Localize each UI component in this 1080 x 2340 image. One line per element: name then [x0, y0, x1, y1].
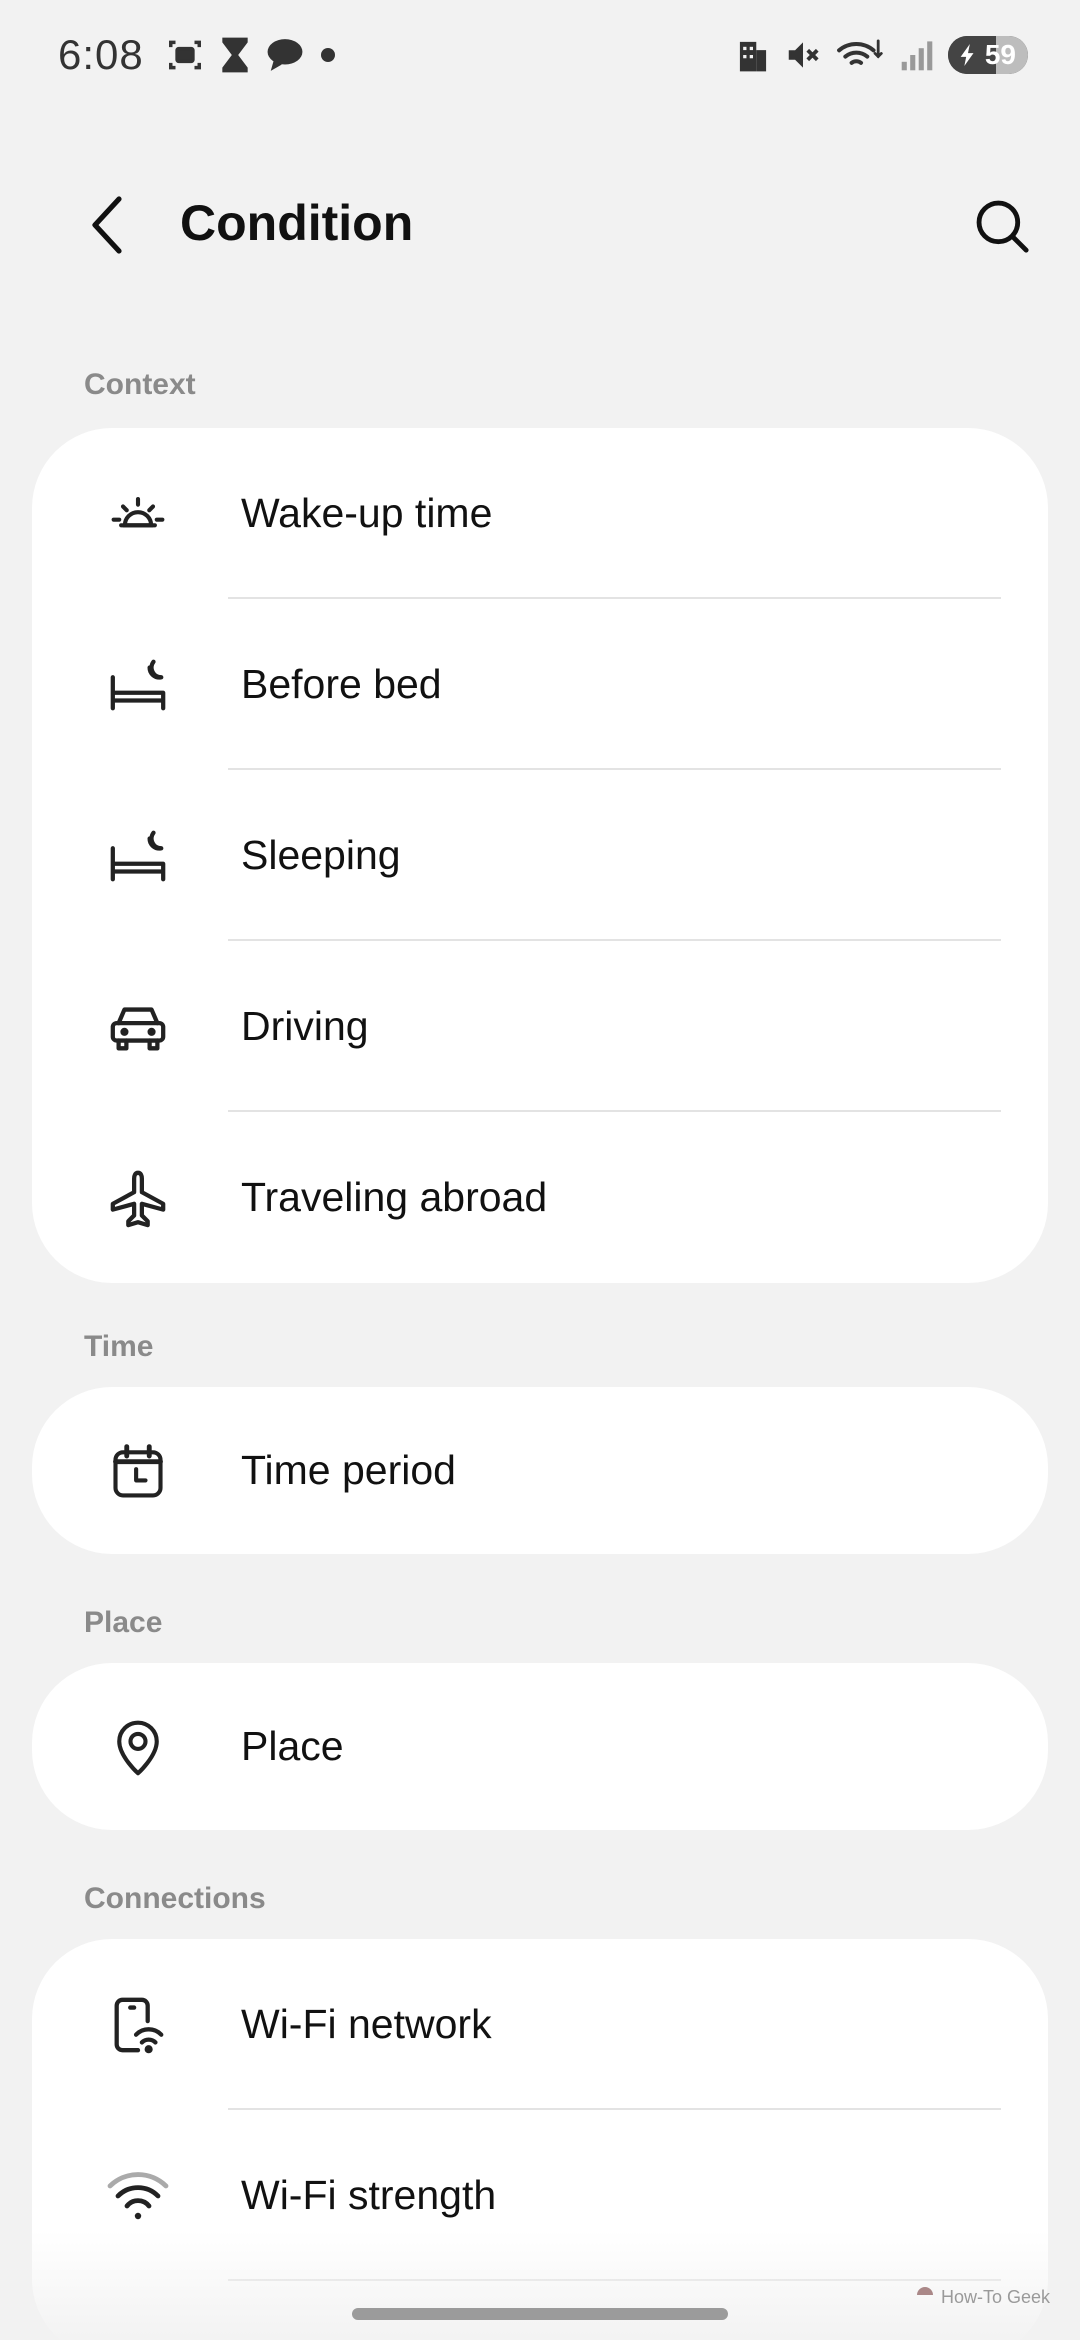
list-item-label: Wake-up time	[241, 490, 493, 536]
back-arrow-icon	[92, 196, 122, 254]
list-item-label: Time period	[241, 1447, 456, 1493]
page-title: Condition	[180, 195, 414, 251]
list-item-driving[interactable]: Driving	[32, 941, 1048, 1112]
bed-moon-icon	[104, 651, 172, 719]
list-item-label: Wi-Fi network	[241, 2001, 492, 2047]
charging-bolt-icon	[960, 44, 974, 66]
chat-bubble-icon	[266, 37, 304, 73]
list-item-before-bed[interactable]: Before bed	[32, 599, 1048, 770]
time-card: Time period	[32, 1387, 1048, 1554]
building-icon	[736, 37, 770, 73]
car-icon	[104, 993, 172, 1061]
signal-icon	[900, 38, 934, 72]
hourglass-icon	[218, 36, 252, 74]
search-button[interactable]	[964, 188, 1040, 264]
context-card: Wake-up time Before bed Sleeping Driving…	[32, 428, 1048, 1283]
calendar-clock-icon	[104, 1437, 172, 1505]
airplane-icon	[104, 1164, 172, 1232]
list-item-traveling-abroad[interactable]: Traveling abroad	[32, 1112, 1048, 1283]
watermark-logo-icon	[915, 2285, 935, 2310]
location-pin-icon	[104, 1713, 172, 1781]
list-item-label: Sleeping	[241, 832, 401, 878]
back-button[interactable]	[72, 190, 142, 260]
app-bar: Condition	[0, 170, 1080, 280]
watermark: How-To Geek	[915, 2285, 1050, 2310]
navigation-handle[interactable]	[352, 2308, 728, 2320]
list-item-wifi-network[interactable]: Wi-Fi network	[32, 1939, 1048, 2110]
list-item-label: Wi-Fi strength	[241, 2172, 497, 2218]
wifi-icon	[104, 2162, 172, 2230]
place-card: Place	[32, 1663, 1048, 1830]
mute-icon	[784, 36, 822, 74]
status-bar: 6:08 59	[0, 0, 1080, 110]
battery-indicator: 59	[948, 36, 1028, 74]
list-item-label: Place	[241, 1723, 344, 1769]
list-item-place[interactable]: Place	[32, 1663, 1048, 1830]
screenshot-icon	[166, 36, 204, 74]
list-item-wake-up-time[interactable]: Wake-up time	[32, 428, 1048, 599]
section-header-time: Time	[84, 1330, 154, 1363]
section-header-place: Place	[84, 1606, 163, 1639]
section-header-context: Context	[84, 368, 196, 401]
battery-level: 59	[984, 39, 1016, 70]
list-item-time-period[interactable]: Time period	[32, 1387, 1048, 1554]
phone-wifi-icon	[104, 1991, 172, 2059]
status-time: 6:08	[58, 31, 144, 78]
wifi-status-icon	[836, 36, 886, 74]
list-item-label: Before bed	[241, 661, 442, 707]
status-notification-icons	[166, 36, 338, 74]
dot-icon	[318, 45, 338, 65]
section-header-connections: Connections	[84, 1882, 266, 1915]
list-item-label: Traveling abroad	[241, 1174, 548, 1220]
screen: 6:08 59 Condition Context Wake-up time B…	[0, 0, 1080, 2340]
search-icon	[976, 200, 1029, 253]
sunrise-icon	[104, 480, 172, 548]
watermark-text: How-To Geek	[940, 2287, 1050, 2307]
list-item-sleeping[interactable]: Sleeping	[32, 770, 1048, 941]
list-item-label: Driving	[241, 1003, 369, 1049]
status-system-icons: 59	[736, 36, 1028, 74]
bed-moon-icon	[104, 822, 172, 890]
